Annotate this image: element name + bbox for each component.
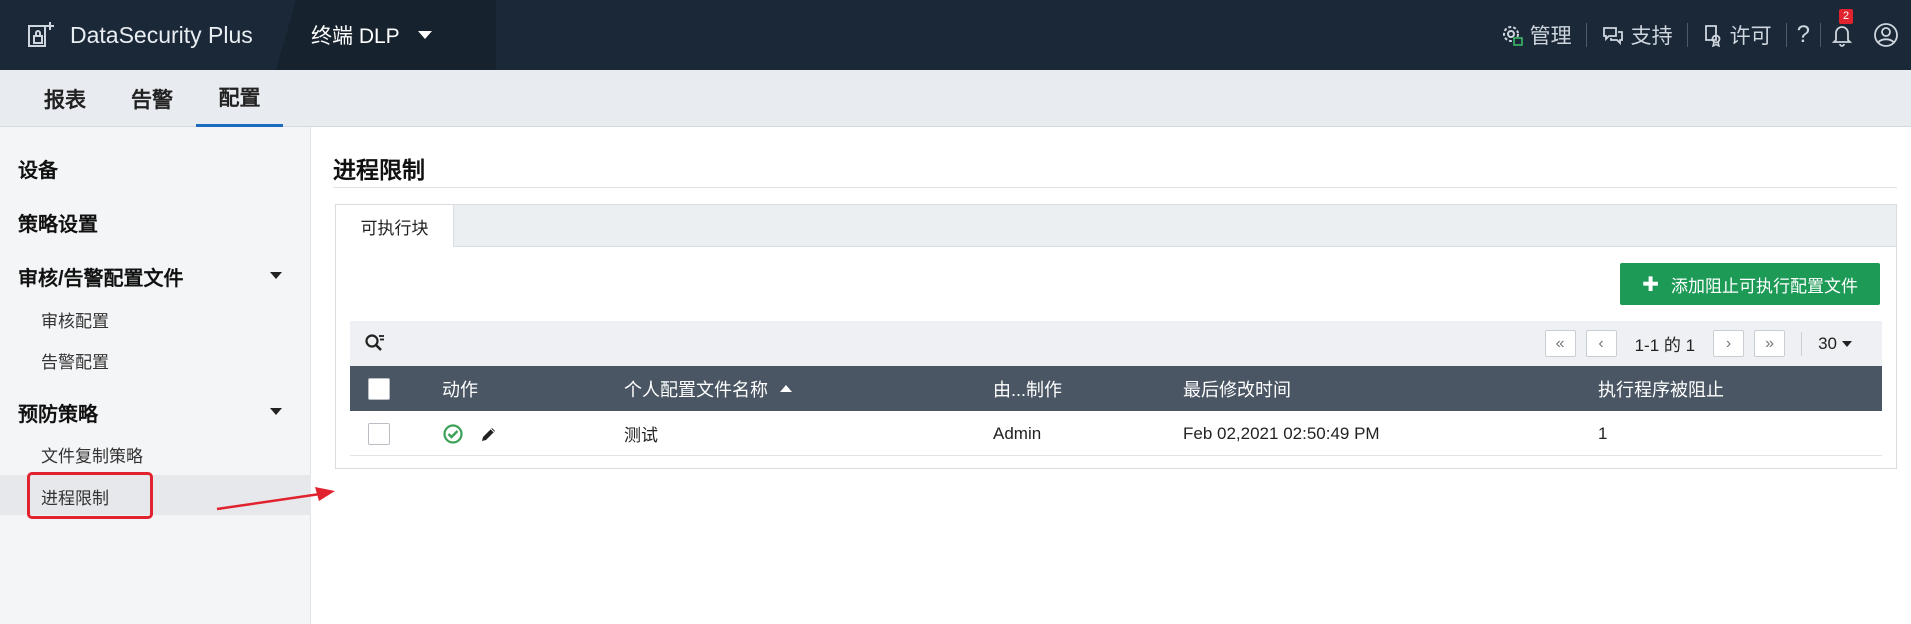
enabled-check-icon[interactable]	[442, 423, 464, 445]
row-last-modified: Feb 02,2021 02:50:49 PM	[1183, 423, 1380, 443]
product-switcher[interactable]: 终端 DLP	[276, 0, 496, 70]
chevron-down-icon	[417, 31, 432, 39]
divider	[1801, 331, 1803, 356]
sidebar-group-label: 预防策略	[18, 404, 98, 426]
notification-badge: 2	[1839, 9, 1854, 24]
license-label: 许可	[1729, 25, 1772, 48]
support-label: 支持	[1630, 25, 1673, 48]
brand-name: DataSecurity Plus	[70, 21, 253, 48]
license-icon	[1704, 25, 1721, 47]
row-created-by: Admin	[993, 423, 1042, 443]
pagination: « ‹ 1-1 的 1 › » 30	[1544, 321, 1882, 366]
tab-reports[interactable]: 报表	[26, 70, 104, 127]
search-icon[interactable]	[364, 333, 386, 355]
top-actions: 管理 支持 许可 ? 2	[1486, 0, 1911, 70]
help-icon: ?	[1796, 21, 1810, 48]
sidebar-item-alert-config[interactable]: 告警配置	[41, 348, 109, 373]
annotation-highlight-box	[27, 472, 153, 519]
license-link[interactable]: 许可	[1688, 20, 1786, 50]
gear-icon	[1502, 26, 1523, 46]
sidebar-item-audit-config[interactable]: 审核配置	[41, 307, 109, 332]
annotation-arrow-icon	[216, 487, 335, 511]
page-range: 1-1 的 1	[1634, 336, 1696, 355]
select-all-cell	[368, 366, 390, 411]
support-link[interactable]: 支持	[1587, 20, 1687, 50]
sidebar-group-label: 审核/告警配置文件	[18, 268, 184, 290]
sidebar: 设备 策略设置 审核/告警配置文件 审核配置 告警配置 预防策略 文件复制策略 …	[0, 127, 311, 624]
chevron-down-icon	[270, 408, 282, 415]
chat-icon	[1602, 27, 1623, 46]
table-header: 动作 个人配置文件名称 由...制作 最后修改时间 执行程序被阻止	[350, 366, 1882, 411]
admin-link[interactable]: 管理	[1486, 20, 1586, 50]
tab-configuration[interactable]: 配置	[196, 70, 283, 127]
notifications-button[interactable]: 2	[1821, 9, 1863, 47]
row-select-cell	[368, 411, 390, 456]
title-divider	[333, 187, 1897, 188]
datasecurity-logo-icon	[26, 20, 56, 50]
select-all-checkbox[interactable]	[368, 377, 390, 400]
user-avatar-icon	[1874, 23, 1898, 47]
top-bar: DataSecurity Plus 终端 DLP 管理 支持 许可 ? 2	[0, 0, 1911, 70]
bell-icon	[1831, 26, 1853, 47]
admin-label: 管理	[1529, 25, 1572, 48]
row-checkbox[interactable]	[368, 422, 390, 445]
product-name: 终端 DLP	[311, 25, 400, 48]
row-actions	[442, 411, 500, 456]
rows-per-page-value: 30	[1818, 333, 1837, 353]
column-executables-blocked[interactable]: 执行程序被阻止	[1598, 366, 1724, 411]
section-tabs: 报表 告警 配置	[0, 70, 1911, 127]
sidebar-item-policy-settings[interactable]: 策略设置	[18, 208, 98, 237]
next-page-button[interactable]: ›	[1713, 330, 1745, 357]
rows-per-page-select[interactable]: 30	[1818, 334, 1852, 354]
chevron-down-icon	[1842, 340, 1852, 347]
sidebar-group-prevention-policies[interactable]: 预防策略	[18, 398, 298, 427]
sidebar-group-audit-alert-profiles[interactable]: 审核/告警配置文件	[18, 262, 298, 291]
add-block-executable-profile-button[interactable]: ✚ 添加阻止可执行配置文件	[1620, 263, 1880, 305]
column-action[interactable]: 动作	[442, 366, 478, 411]
column-created-by[interactable]: 由...制作	[993, 366, 1062, 411]
column-profile-name[interactable]: 个人配置文件名称	[624, 366, 792, 411]
column-profile-name-label: 个人配置文件名称	[624, 379, 768, 400]
sort-ascending-icon	[780, 385, 792, 392]
sidebar-item-file-copy-policy[interactable]: 文件复制策略	[41, 442, 143, 467]
brand[interactable]: DataSecurity Plus	[0, 0, 300, 70]
edit-pencil-icon[interactable]	[478, 423, 500, 445]
row-profile-name[interactable]: 测试	[624, 411, 658, 456]
user-menu-button[interactable]	[1863, 22, 1911, 48]
table-toolbar: « ‹ 1-1 的 1 › » 30	[350, 321, 1882, 366]
tab-alerts[interactable]: 告警	[113, 70, 191, 127]
tab-executable-block[interactable]: 可执行块	[336, 205, 454, 247]
last-page-button[interactable]: »	[1754, 330, 1786, 357]
page-title: 进程限制	[333, 157, 425, 183]
column-last-modified[interactable]: 最后修改时间	[1183, 366, 1291, 411]
add-button-label: 添加阻止可执行配置文件	[1671, 276, 1858, 296]
plus-icon: ✚	[1642, 273, 1659, 296]
content-panel: 可执行块 ✚ 添加阻止可执行配置文件 « ‹ 1-1 的 1 › » 30 动作…	[335, 204, 1897, 469]
row-executables-blocked: 1	[1598, 423, 1608, 443]
sidebar-item-devices[interactable]: 设备	[18, 154, 58, 183]
tab-strip: 可执行块	[336, 205, 1896, 247]
first-page-button[interactable]: «	[1544, 330, 1576, 357]
table-row[interactable]: 测试 Admin Feb 02,2021 02:50:49 PM 1	[350, 411, 1882, 456]
prev-page-button[interactable]: ‹	[1585, 330, 1617, 357]
help-button[interactable]: ?	[1787, 21, 1820, 49]
chevron-down-icon	[270, 272, 282, 279]
